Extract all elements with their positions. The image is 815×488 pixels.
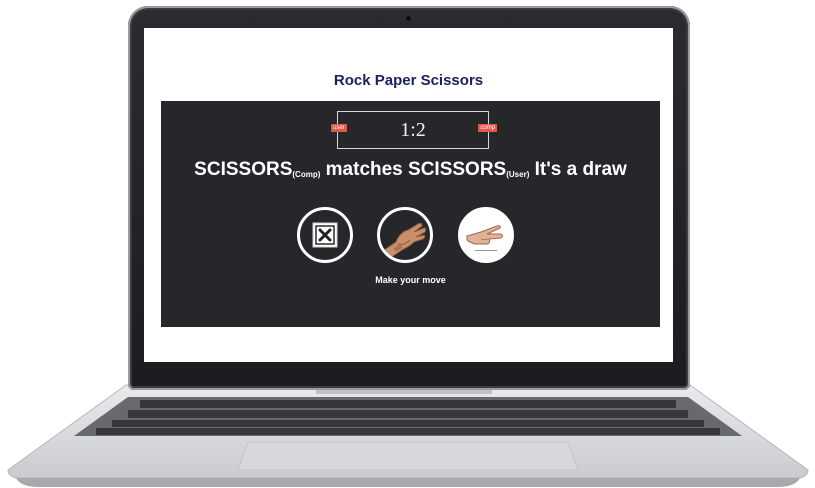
scissors-choice-button[interactable] [458,207,514,263]
connector-text: matches [320,159,409,180]
make-move-prompt: Make your move [375,275,446,285]
rock-choice-button[interactable] [297,207,353,263]
user-tag: (User) [506,170,530,179]
game-panel: user 1:2 comp SCISSORS(Comp) matches SCI… [161,101,660,327]
comp-badge: comp [478,124,497,132]
open-hand-icon [383,222,427,259]
scoreboard: user 1:2 comp [331,111,497,149]
result-message: SCISSORS(Comp) matches SCISSORS(User) It… [161,159,660,181]
screen: Rock Paper Scissors user 1:2 comp SCISSO… [144,28,673,362]
user-choice-text: SCISSORS [408,159,507,180]
laptop-lid: Rock Paper Scissors user 1:2 comp SCISSO… [128,6,690,390]
outcome-text: It's a draw [529,159,627,180]
comp-choice-text: SCISSORS [194,159,293,180]
x-box-icon [312,222,338,248]
paper-choice-button[interactable] [377,207,433,263]
comp-tag: (Comp) [292,170,321,179]
page-title: Rock Paper Scissors [333,72,484,89]
score-display: 1:2 [400,118,426,141]
scissors-hand-icon [461,210,511,260]
webcam-icon [406,16,411,21]
